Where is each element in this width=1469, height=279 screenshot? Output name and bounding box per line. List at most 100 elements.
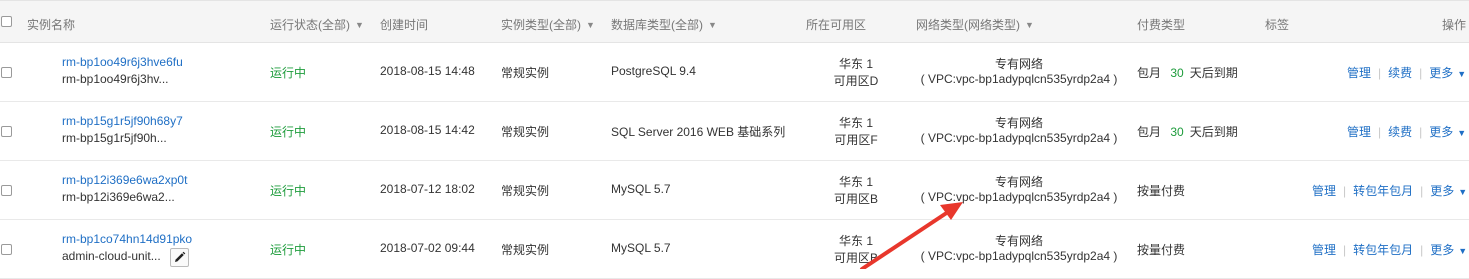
vpc-id: ( VPC:vpc-bp1adypqlcn535yrdp2a4 ) [920,190,1118,204]
billing-days: 30 [1170,66,1184,80]
table-row: rm-bp1co74hn14d91pko admin-cloud-unit...… [0,220,1469,279]
billing-prefix: 包月 [1137,66,1162,80]
instance-type: 常规实例 [501,66,550,80]
row-actions: 管理 | 转包年包月 | 更多 ▼ [1312,241,1467,258]
header-type-label: 实例类型(全部) [501,18,581,32]
divider: | [1420,184,1424,198]
manage-link[interactable]: 管理 [1347,66,1371,80]
header-status-label: 运行状态(全部) [270,18,350,32]
vpc-id: ( VPC:vpc-bp1adypqlcn535yrdp2a4 ) [920,249,1118,263]
header-type-filter[interactable]: 实例类型(全部) ▼ [501,16,595,33]
billing-info: 按量付费 [1137,243,1186,257]
instance-name: rm-bp1oo49r6j3hv... [62,72,169,86]
more-menu[interactable]: 更多 ▼ [1430,243,1467,257]
instance-id-link[interactable]: rm-bp12i369e6wa2xp0t [62,173,187,187]
instance-id-link[interactable]: rm-bp1co74hn14d91pko [62,232,192,246]
divider: | [1378,125,1382,139]
zone-region: 华东 1 [838,234,873,248]
renew-link[interactable]: 续费 [1388,66,1412,80]
manage-link[interactable]: 管理 [1312,243,1336,257]
zone-region: 华东 1 [838,175,873,189]
header-ops: 操作 [1442,18,1467,32]
vpc-id: ( VPC:vpc-bp1adypqlcn535yrdp2a4 ) [920,72,1118,86]
instance-type: 常规实例 [501,243,550,257]
header-tags: 标签 [1265,18,1290,32]
header-network-filter[interactable]: 网络类型(网络类型) ▼ [916,16,1034,33]
divider: | [1378,66,1382,80]
billing-info: 包月 30 天后到期 [1137,123,1238,140]
table-row: rm-bp15g1r5jf90h68y7 rm-bp15g1r5jf90h...… [0,102,1469,161]
chevron-down-icon: ▼ [355,20,364,30]
status-running: 运行中 [270,125,307,139]
more-label: 更多 [1430,184,1455,198]
table-row: rm-bp12i369e6wa2xp0t rm-bp12i369e6wa2...… [0,161,1469,220]
table-row: rm-bp1oo49r6j3hve6fu rm-bp1oo49r6j3hv...… [0,43,1469,102]
zone-region: 华东 1 [838,116,873,130]
row-checkbox[interactable] [1,126,12,137]
billing-info: 包月 30 天后到期 [1137,64,1238,81]
row-checkbox[interactable] [1,185,12,196]
header-db-label: 数据库类型(全部) [611,18,703,32]
instance-id-link[interactable]: rm-bp15g1r5jf90h68y7 [62,114,183,128]
network-type: 专有网络 [994,234,1043,248]
renew-link[interactable]: 续费 [1388,125,1412,139]
more-label: 更多 [1429,66,1454,80]
select-all-checkbox[interactable] [1,16,12,27]
created-time: 2018-07-12 18:02 [380,182,475,196]
instance-name: rm-bp12i369e6wa2... [62,190,175,204]
instance-name: admin-cloud-unit... [62,249,161,263]
chevron-down-icon: ▼ [1457,69,1467,79]
instance-type: 常规实例 [501,125,550,139]
status-running: 运行中 [270,243,307,257]
pencil-icon [175,251,186,262]
chevron-down-icon: ▼ [1457,128,1467,138]
instance-name: rm-bp15g1r5jf90h... [62,131,167,145]
convert-subscription-link[interactable]: 转包年包月 [1353,184,1413,198]
status-running: 运行中 [270,66,307,80]
more-menu[interactable]: 更多 ▼ [1430,184,1467,198]
network-type: 专有网络 [994,175,1043,189]
instance-id-link[interactable]: rm-bp1oo49r6j3hve6fu [62,55,183,69]
chevron-down-icon: ▼ [586,20,595,30]
header-db-filter[interactable]: 数据库类型(全部) ▼ [611,16,717,33]
network-type: 专有网络 [994,57,1043,71]
header-instance-name: 实例名称 [27,18,76,32]
chevron-down-icon: ▼ [708,20,717,30]
row-checkbox[interactable] [1,244,12,255]
convert-subscription-link[interactable]: 转包年包月 [1353,243,1413,257]
chevron-down-icon: ▼ [1458,246,1468,256]
divider: | [1420,243,1424,257]
header-billing: 付费类型 [1137,18,1186,32]
chevron-down-icon: ▼ [1025,20,1034,30]
row-actions: 管理 | 续费 | 更多 ▼ [1347,123,1466,140]
divider: | [1419,125,1423,139]
vpc-id: ( VPC:vpc-bp1adypqlcn535yrdp2a4 ) [920,131,1118,145]
row-checkbox[interactable] [1,67,12,78]
header-status-filter[interactable]: 运行状态(全部) ▼ [270,16,364,33]
divider: | [1419,66,1423,80]
manage-link[interactable]: 管理 [1347,125,1371,139]
zone-name: 可用区B [833,192,878,206]
db-type: MySQL 5.7 [611,182,671,196]
billing-suffix: 天后到期 [1189,125,1238,139]
created-time: 2018-07-02 09:44 [380,241,475,255]
divider: | [1343,243,1347,257]
billing-suffix: 天后到期 [1189,66,1238,80]
zone-region: 华东 1 [838,57,873,71]
manage-link[interactable]: 管理 [1312,184,1336,198]
zone-name: 可用区D [833,74,879,88]
billing-info: 按量付费 [1137,184,1186,198]
instance-type: 常规实例 [501,184,550,198]
status-running: 运行中 [270,184,307,198]
more-menu[interactable]: 更多 ▼ [1429,125,1466,139]
more-menu[interactable]: 更多 ▼ [1429,66,1466,80]
divider: | [1343,184,1347,198]
table-header: 实例名称 运行状态(全部) ▼ 创建时间 实例类型(全部) ▼ 数据库类型(全部) ▼… [0,0,1469,43]
db-type: MySQL 5.7 [611,241,671,255]
header-network-label: 网络类型(网络类型) [916,18,1020,32]
edit-name-button[interactable] [170,248,189,267]
more-label: 更多 [1429,125,1454,139]
db-type: PostgreSQL 9.4 [611,64,696,78]
db-type: SQL Server 2016 WEB 基础系列 [611,125,786,139]
created-time: 2018-08-15 14:42 [380,123,475,137]
